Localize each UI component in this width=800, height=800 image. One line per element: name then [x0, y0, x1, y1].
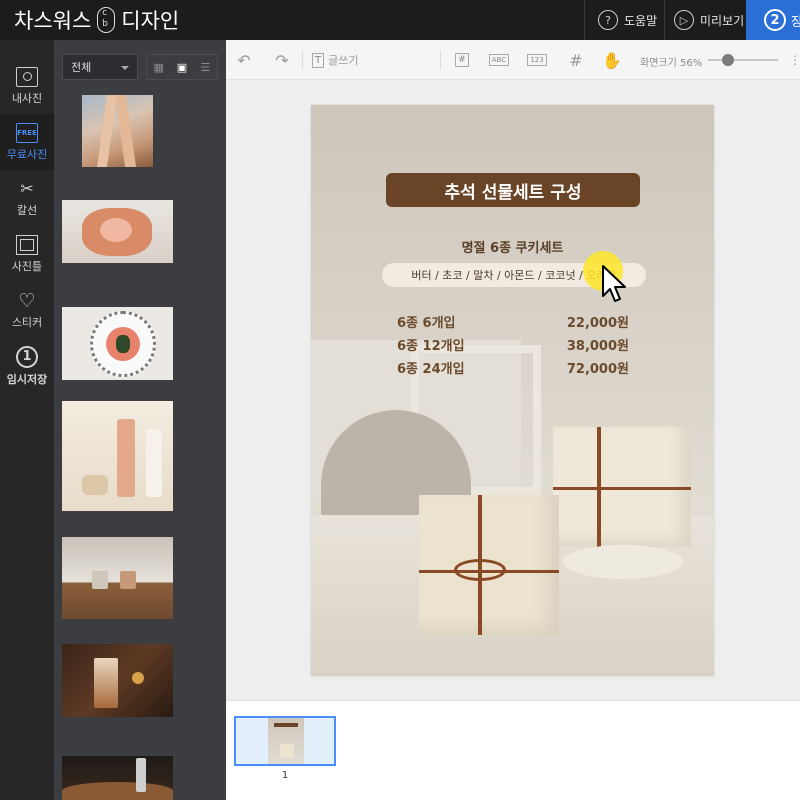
brand-mark-icon [97, 7, 116, 33]
undo-icon[interactable]: ↶ [234, 50, 254, 70]
price-amount: 72,000원 [566, 362, 629, 377]
zoom-label: 화면크기 56% [640, 58, 703, 69]
mouse-cursor-icon [602, 265, 626, 302]
hand-tool-icon[interactable]: ✋ [602, 50, 622, 70]
sidebar-item-label: 임시저장 [6, 372, 48, 386]
scissors-icon: ✂ [20, 178, 34, 198]
photo-icon [16, 66, 38, 87]
design-canvas[interactable]: 추석 선물세트 구성 명절 6종 쿠키세트 버터 / 초코 / 말차 / 아몬드… [226, 80, 800, 700]
brand-name-left: 차스워스 [14, 9, 92, 33]
design-page[interactable]: 추석 선물세트 구성 명절 6종 쿠키세트 버터 / 초코 / 말차 / 아몬드… [311, 105, 714, 676]
toolbar-divider [440, 50, 441, 70]
photo-thumbnail[interactable] [82, 95, 153, 167]
ribbon-bow [454, 559, 506, 581]
preview-label: 미리보기 [700, 13, 745, 28]
brand-name-right: 디자인 [121, 9, 180, 33]
help-label: 도움말 [624, 13, 658, 28]
more-icon[interactable]: ⋮ [789, 50, 800, 70]
page-strip: 1 [226, 700, 800, 800]
photo-thumbnail[interactable] [62, 307, 173, 380]
price-label: 6종 6개입 [397, 316, 456, 331]
redo-icon[interactable]: ↷ [272, 50, 292, 70]
free-photo-icon: FREE [16, 122, 38, 143]
grid-large-icon[interactable]: ▣ [170, 55, 193, 79]
heart-icon: ♡ [18, 289, 36, 312]
grid-small-icon[interactable]: ▦ [147, 55, 170, 79]
price-row[interactable]: 6종 24개입 72,000원 [397, 358, 629, 377]
left-nav: 내사진 FREE 무료사진 ✂ 칼선 사진틀 ♡ 스티커 1 임시저장 [0, 40, 54, 800]
page-number: 1 [281, 770, 289, 781]
photo-panel: 전체 ▦ ▣ ☰ [54, 40, 226, 800]
top-divider [664, 0, 665, 40]
view-toggle: ▦ ▣ ☰ [146, 54, 218, 80]
photo-thumbnail[interactable] [62, 537, 173, 619]
top-bar: 차스워스 디자인 ? 도움말 ▷ 미리보기 2 장 [0, 0, 800, 40]
sidebar-item-label: 칼선 [16, 203, 38, 217]
help-button[interactable]: ? 도움말 [598, 0, 657, 40]
sidebar-item-label: 사진틀 [11, 259, 43, 273]
sidebar-item-label: 내사진 [11, 91, 43, 105]
text-box-icon: T [312, 52, 325, 68]
frame-icon [16, 234, 38, 255]
price-label: 6종 12개입 [397, 339, 465, 354]
ribbon [553, 487, 691, 490]
photo-thumbnail[interactable] [62, 644, 173, 717]
hashtag-box-icon[interactable]: # [452, 50, 472, 70]
editor-toolbar: ↶ ↷ T 글쓰기 # ABC 123 # ✋ 화면크기 56% ⋮ [226, 40, 800, 80]
price-row[interactable]: 6종 6개입 22,000원 [397, 312, 629, 331]
zoom-slider-track[interactable] [708, 59, 778, 61]
sidebar-item-cut-line[interactable]: ✂ 칼선 [0, 170, 54, 226]
sidebar-item-sticker[interactable]: ♡ 스티커 [0, 282, 54, 338]
step-number-icon: 2 [764, 9, 786, 31]
sidebar-item-label: 무료사진 [6, 147, 48, 161]
price-label: 6종 24개입 [397, 362, 465, 377]
page-thumbnail-preview [268, 718, 304, 764]
photo-thumbnail[interactable] [62, 401, 173, 511]
step-two-button[interactable]: 2 장 [746, 0, 800, 40]
design-title[interactable]: 추석 선물세트 구성 [386, 173, 640, 207]
zoom-slider-handle[interactable] [722, 54, 734, 66]
category-select[interactable]: 전체 [62, 54, 138, 80]
top-divider [584, 0, 585, 40]
add-text-button[interactable]: T 글쓰기 [312, 50, 358, 70]
grid-icon[interactable]: # [566, 50, 586, 70]
sidebar-item-frame[interactable]: 사진틀 [0, 226, 54, 282]
sidebar-item-my-photos[interactable]: 내사진 [0, 58, 54, 114]
number-one-icon: 1 [16, 345, 38, 368]
preview-button[interactable]: ▷ 미리보기 [674, 0, 744, 40]
question-circle-icon: ? [598, 10, 618, 30]
sidebar-item-label: 스티커 [11, 315, 43, 329]
sidebar-item-free-photos[interactable]: FREE 무료사진 [0, 114, 54, 170]
list-view-icon[interactable]: ☰ [194, 55, 217, 79]
sidebar-item-temp-save[interactable]: 1 임시저장 [0, 338, 54, 394]
brand-logo[interactable]: 차스워스 디자인 [14, 6, 179, 34]
design-subtitle[interactable]: 명절 6종 쿠키세트 [311, 237, 714, 256]
toolbar-divider [302, 50, 303, 70]
price-amount: 38,000원 [566, 339, 629, 354]
add-text-label: 글쓰기 [328, 54, 359, 67]
cake-stand [563, 545, 683, 579]
play-circle-icon: ▷ [674, 10, 694, 30]
page-thumbnail[interactable] [234, 716, 336, 766]
step-label: 장 [791, 14, 800, 30]
photo-thumbnail[interactable] [62, 756, 173, 800]
photo-thumbnail[interactable] [62, 200, 173, 263]
price-amount: 22,000원 [566, 316, 629, 331]
price-row[interactable]: 6종 12개입 38,000원 [397, 335, 629, 354]
number-text-icon[interactable]: 123 [526, 50, 548, 70]
panel-scroll-area[interactable] [176, 90, 226, 800]
abc-text-icon[interactable]: ABC [488, 50, 510, 70]
